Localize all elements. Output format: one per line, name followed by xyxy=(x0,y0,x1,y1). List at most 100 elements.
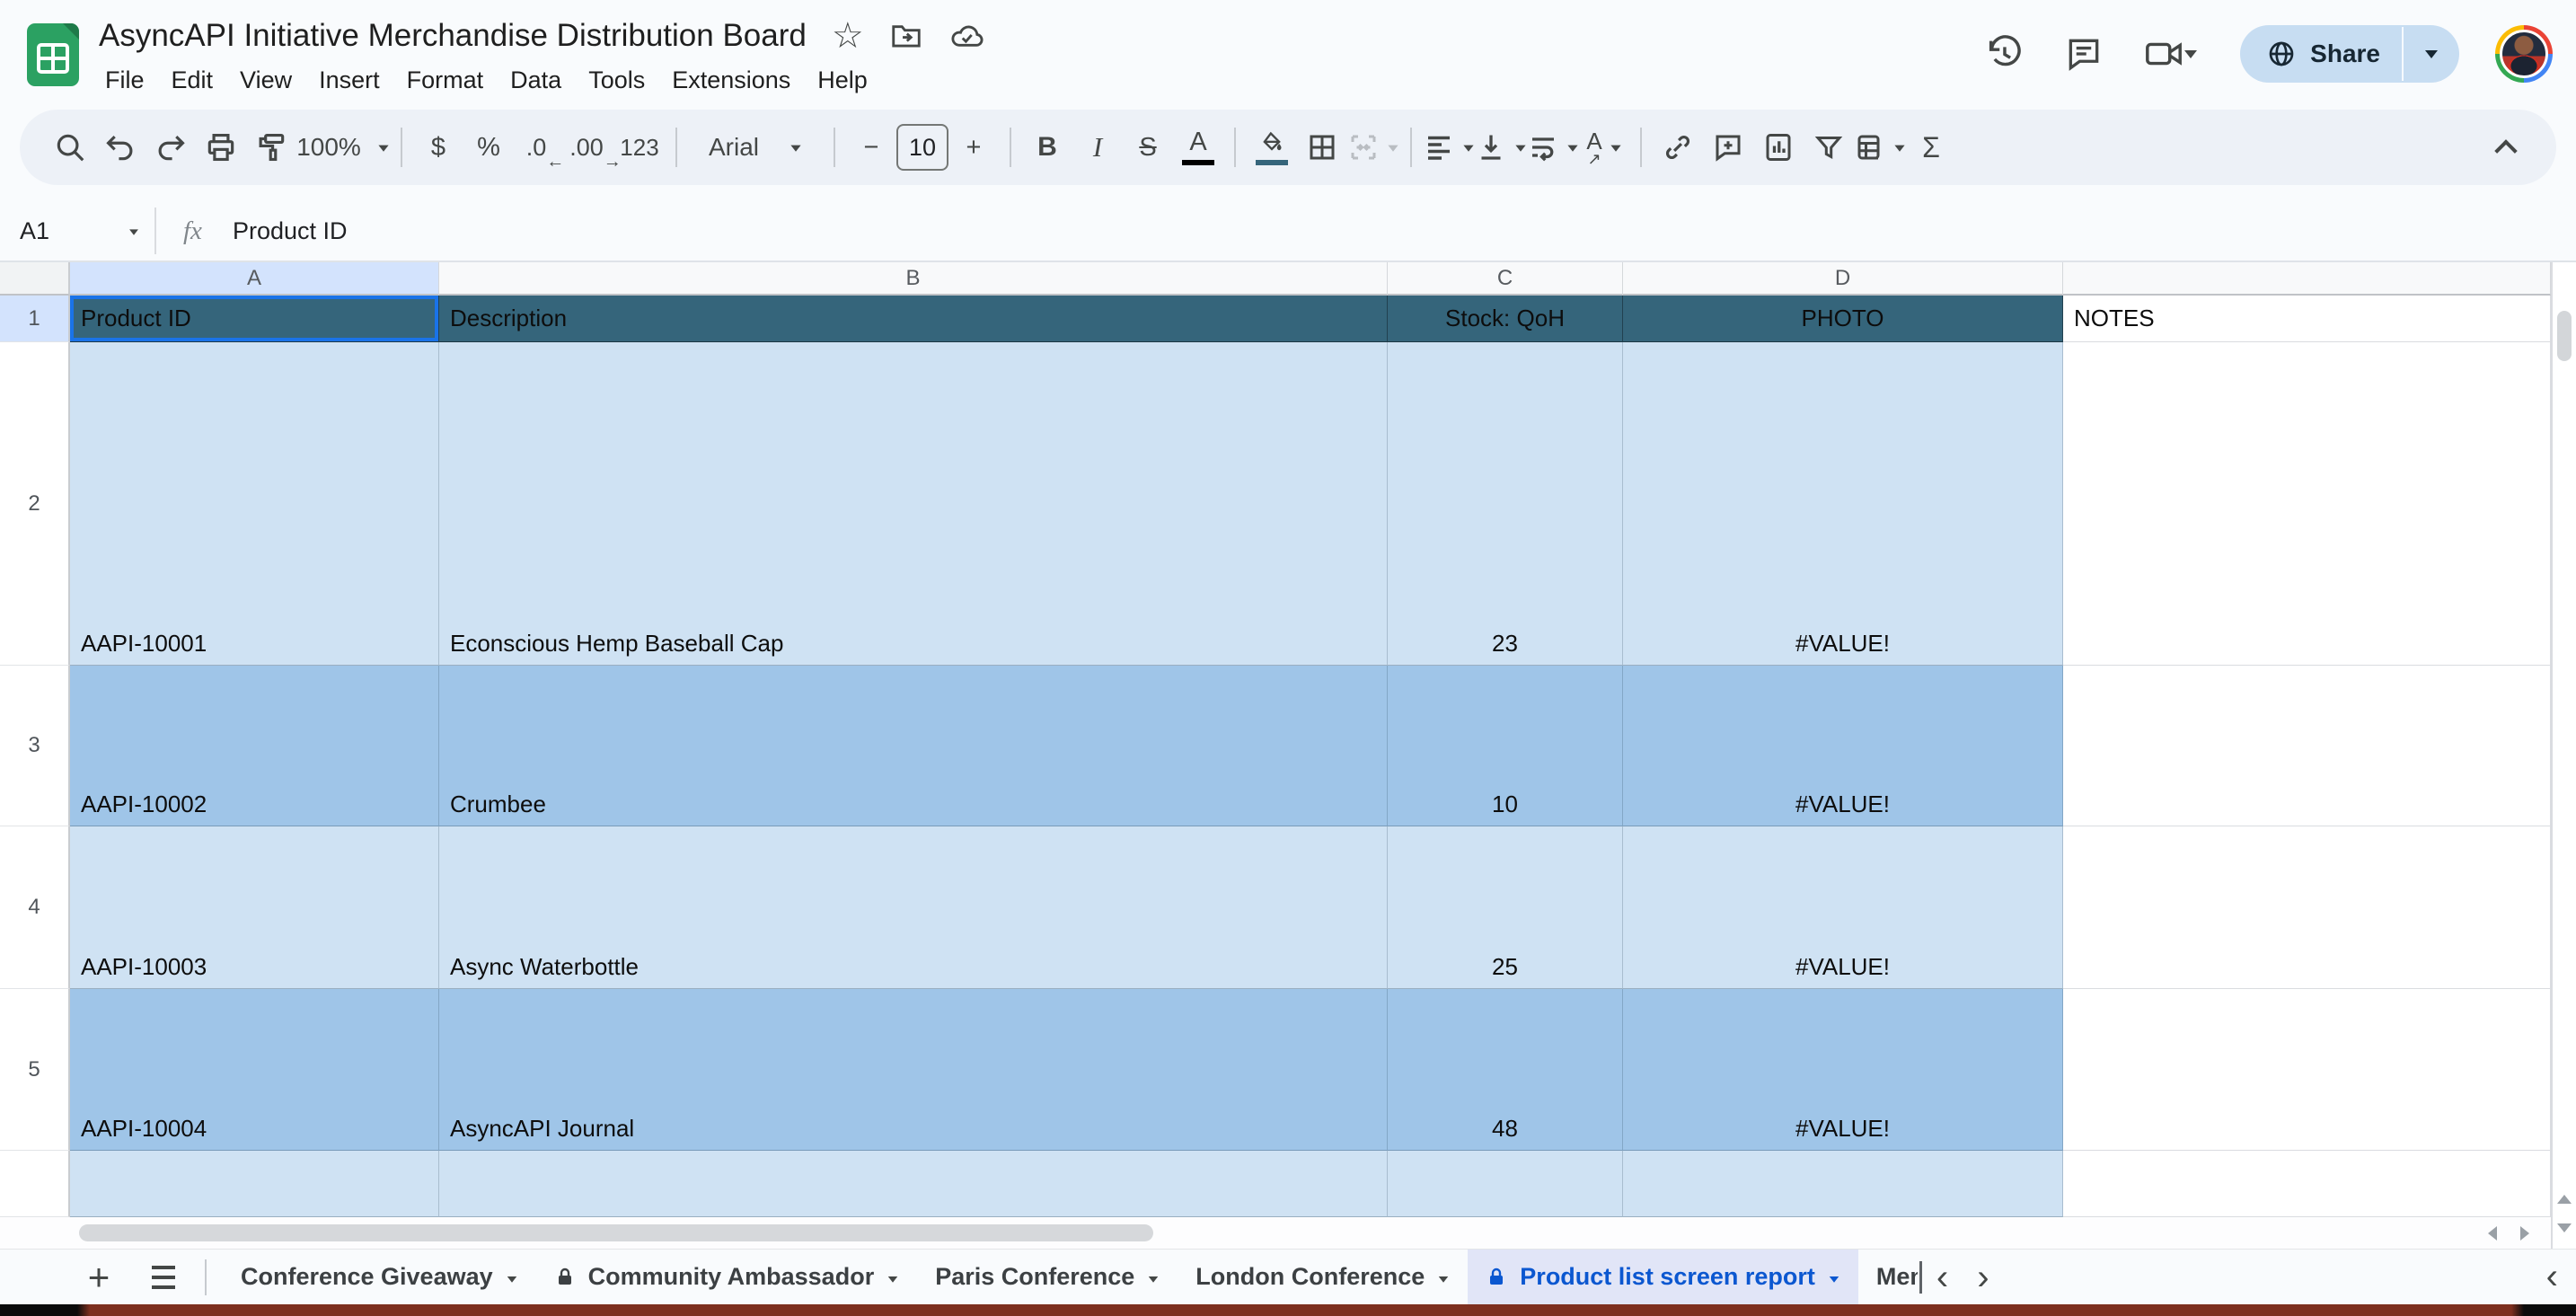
menu-extensions[interactable]: Extensions xyxy=(658,61,804,100)
scroll-down-arrow[interactable] xyxy=(2557,1223,2572,1240)
vertical-align-button[interactable] xyxy=(1475,120,1527,174)
increase-decimal-icon[interactable]: .00 → xyxy=(564,120,622,174)
formula-input[interactable]: Product ID xyxy=(233,217,348,245)
font-select[interactable]: Arial xyxy=(688,120,823,174)
font-size-input[interactable]: 10 xyxy=(896,124,948,171)
table-views-button[interactable] xyxy=(1854,120,1906,174)
menu-data[interactable]: Data xyxy=(497,61,575,100)
move-to-folder-icon[interactable] xyxy=(889,19,923,53)
undo-icon[interactable] xyxy=(95,120,146,174)
horizontal-scrollbar[interactable] xyxy=(0,1217,2551,1249)
tab-dropdown-caret[interactable] xyxy=(1829,1276,1839,1287)
share-main[interactable]: Share xyxy=(2240,40,2402,68)
decrease-font-size-button[interactable]: − xyxy=(846,120,896,174)
cell-d6[interactable] xyxy=(1623,1151,2063,1217)
cell-e4[interactable] xyxy=(2063,826,2551,989)
column-header-d[interactable]: D xyxy=(1623,262,2063,296)
tabs-scroll-right[interactable]: › xyxy=(1963,1259,2003,1295)
cell-c3[interactable]: 10 xyxy=(1388,666,1623,826)
tab-dropdown-caret[interactable] xyxy=(887,1276,898,1287)
insert-link-icon[interactable] xyxy=(1653,120,1703,174)
italic-button[interactable]: I xyxy=(1072,120,1123,174)
menu-help[interactable]: Help xyxy=(804,61,881,100)
tab-paris-conference[interactable]: Paris Conference xyxy=(917,1250,1178,1304)
menu-insert[interactable]: Insert xyxy=(305,61,393,100)
cell-e3[interactable] xyxy=(2063,666,2551,826)
name-box[interactable]: A1 xyxy=(0,217,154,245)
cell-e6[interactable] xyxy=(2063,1151,2551,1217)
scroll-up-arrow[interactable] xyxy=(2557,1188,2572,1204)
tab-product-list-screen-report[interactable]: Product list screen report xyxy=(1468,1250,1858,1304)
cell-b6[interactable] xyxy=(439,1151,1388,1217)
merge-cells-button[interactable] xyxy=(1347,120,1399,174)
cell-e2[interactable] xyxy=(2063,342,2551,666)
tab-conference-giveaway[interactable]: Conference Giveaway xyxy=(223,1250,536,1304)
cell-e1-notes[interactable]: NOTES xyxy=(2063,296,2551,342)
cell-d3[interactable]: #VALUE! xyxy=(1623,666,2063,826)
print-icon[interactable] xyxy=(196,120,246,174)
currency-format-icon[interactable]: $ xyxy=(413,120,463,174)
strikethrough-button[interactable]: S xyxy=(1123,120,1173,174)
sheets-logo-icon[interactable] xyxy=(27,23,79,86)
meet-video-icon[interactable] xyxy=(2143,33,2198,75)
percent-format-icon[interactable]: % xyxy=(463,120,514,174)
insert-chart-icon[interactable] xyxy=(1753,120,1804,174)
functions-button[interactable]: Σ xyxy=(1906,120,1956,174)
cell-c4[interactable]: 25 xyxy=(1388,826,1623,989)
fill-color-button[interactable] xyxy=(1247,120,1297,174)
borders-button[interactable] xyxy=(1297,120,1347,174)
tab-community-ambassador[interactable]: Community Ambassador xyxy=(536,1250,918,1304)
column-header-c[interactable]: C xyxy=(1388,262,1623,296)
all-sheets-menu-icon[interactable] xyxy=(142,1265,185,1289)
column-header-b[interactable]: B xyxy=(439,262,1388,296)
row-header-3[interactable]: 3 xyxy=(0,666,70,826)
search-icon[interactable] xyxy=(45,120,95,174)
share-button[interactable]: Share xyxy=(2240,25,2459,83)
text-color-button[interactable]: A xyxy=(1173,120,1223,174)
create-filter-icon[interactable] xyxy=(1804,120,1854,174)
cell-a2[interactable]: AAPI-10001 xyxy=(70,342,439,666)
account-avatar[interactable] xyxy=(2495,25,2553,83)
name-box-caret[interactable] xyxy=(129,229,138,239)
row-header-5[interactable]: 5 xyxy=(0,989,70,1151)
cell-a5[interactable]: AAPI-10004 xyxy=(70,989,439,1151)
row-header-1[interactable]: 1 xyxy=(0,296,70,342)
paint-format-icon[interactable] xyxy=(246,120,296,174)
collapse-toolbar-button[interactable] xyxy=(2481,120,2531,174)
side-panel-collapse-chevron[interactable]: ‹ xyxy=(2546,1257,2558,1297)
cell-b2[interactable]: Econscious Hemp Baseball Cap xyxy=(439,342,1388,666)
cell-b3[interactable]: Crumbee xyxy=(439,666,1388,826)
bold-button[interactable]: B xyxy=(1022,120,1072,174)
row-header-4[interactable]: 4 xyxy=(0,826,70,989)
menu-file[interactable]: File xyxy=(92,61,158,100)
column-header-a[interactable]: A xyxy=(70,262,439,296)
horizontal-scrollbar-thumb[interactable] xyxy=(79,1224,1153,1241)
cloud-saved-icon[interactable] xyxy=(948,19,984,53)
zoom-select[interactable]: 100% xyxy=(296,120,390,174)
cell-c6[interactable] xyxy=(1388,1151,1623,1217)
cell-d1[interactable]: PHOTO xyxy=(1623,296,2063,342)
cell-a4[interactable]: AAPI-10003 xyxy=(70,826,439,989)
tabs-scroll-left[interactable]: ‹ xyxy=(1922,1259,1963,1295)
cell-d4[interactable]: #VALUE! xyxy=(1623,826,2063,989)
comments-icon[interactable] xyxy=(2064,34,2104,74)
menu-tools[interactable]: Tools xyxy=(575,61,658,100)
redo-icon[interactable] xyxy=(146,120,196,174)
cell-e5[interactable] xyxy=(2063,989,2551,1151)
row-header-2[interactable]: 2 xyxy=(0,342,70,666)
tab-dropdown-caret[interactable] xyxy=(507,1276,516,1287)
share-dropdown[interactable] xyxy=(2404,43,2459,65)
tab-london-conference[interactable]: London Conference xyxy=(1178,1250,1468,1304)
cell-d5[interactable]: #VALUE! xyxy=(1623,989,2063,1151)
text-wrap-button[interactable] xyxy=(1527,120,1579,174)
vertical-scrollbar[interactable] xyxy=(2551,262,2576,1249)
cell-b1[interactable]: Description xyxy=(439,296,1388,342)
insert-comment-icon[interactable] xyxy=(1703,120,1753,174)
cell-d2[interactable]: #VALUE! xyxy=(1623,342,2063,666)
cell-b5[interactable]: AsyncAPI Journal xyxy=(439,989,1388,1151)
star-icon[interactable]: ☆ xyxy=(832,18,864,54)
document-title[interactable]: AsyncAPI Initiative Merchandise Distribu… xyxy=(99,18,807,54)
custom-number-format[interactable]: 123 xyxy=(614,120,665,174)
row-header-6[interactable] xyxy=(0,1151,70,1217)
horizontal-align-button[interactable] xyxy=(1423,120,1475,174)
